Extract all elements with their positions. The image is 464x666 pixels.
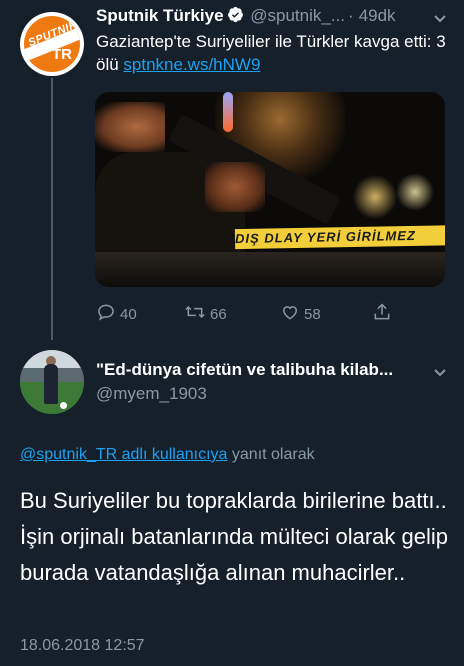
- retweet-count: 66: [210, 305, 227, 323]
- avatar[interactable]: [20, 350, 84, 414]
- share-button[interactable]: [372, 302, 396, 326]
- reply-suffix: yanıt olarak: [227, 446, 315, 463]
- tweet-time[interactable]: 49dk: [359, 6, 396, 25]
- verified-icon: [227, 6, 244, 28]
- author-handle[interactable]: @sputnik_...: [250, 6, 345, 25]
- reply-icon: [96, 302, 120, 326]
- tweet-actions: 40 66 58: [96, 302, 396, 326]
- author-name[interactable]: "Ed-dünya cifetün ve talibuha kilab...: [96, 360, 393, 380]
- reply-button[interactable]: 40: [96, 302, 137, 326]
- tweet-text: Bu Suriyeliler bu topraklarda birilerine…: [20, 488, 449, 585]
- replying-to: @sputnik_TR adlı kullanıcıya yanıt olara…: [20, 446, 315, 464]
- tweet-header: Sputnik Türkiye @sputnik_... · 49dk: [96, 6, 396, 28]
- author-name[interactable]: Sputnik Türkiye: [96, 6, 224, 25]
- sputnik-logo: SPUTNIK TR: [24, 16, 80, 72]
- chevron-down-icon[interactable]: [432, 364, 448, 385]
- like-button[interactable]: 58: [280, 302, 321, 326]
- like-count: 58: [304, 305, 321, 323]
- reply-to-link[interactable]: @sputnik_TR adlı kullanıcıya: [20, 446, 227, 463]
- chevron-down-icon[interactable]: [432, 10, 448, 31]
- timestamp: 18.06.2018 12:57: [20, 637, 145, 654]
- police-tape: DIŞ DLAY YERİ GİRİLMEZ: [234, 224, 445, 250]
- retweet-button[interactable]: 66: [184, 302, 227, 326]
- tweet-media-image[interactable]: DIŞ DLAY YERİ GİRİLMEZ: [95, 92, 445, 287]
- tweet-text: Gaziantep'te Suriyeliler ile Türkler kav…: [96, 30, 452, 76]
- author-handle[interactable]: @myem_1903: [96, 384, 207, 404]
- avatar[interactable]: SPUTNIK TR: [20, 12, 84, 76]
- like-icon: [280, 302, 304, 326]
- tweet-link[interactable]: sptnkne.ws/hNW9: [123, 55, 260, 74]
- separator: ·: [348, 6, 354, 25]
- thread-line: [51, 78, 53, 340]
- share-icon: [372, 302, 396, 326]
- retweet-icon: [184, 302, 210, 326]
- reply-count: 40: [120, 305, 137, 323]
